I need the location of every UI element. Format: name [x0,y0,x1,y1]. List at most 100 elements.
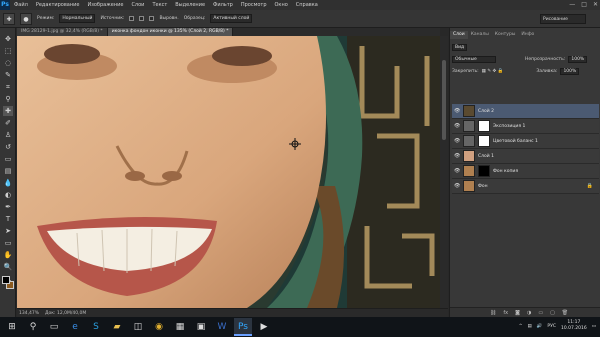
blur-tool-icon[interactable]: 💧 [3,178,13,188]
search-icon[interactable]: ⚲ [24,318,42,336]
history-brush-tool-icon[interactable]: ↺ [3,142,13,152]
chrome-icon[interactable]: ◉ [150,318,168,336]
pen-tool-icon[interactable]: ✒ [3,202,13,212]
visibility-eye-icon[interactable]: 👁 [454,138,460,144]
fill-input[interactable]: 100% [560,68,580,75]
layer-mask-thumbnail[interactable] [478,135,490,147]
visibility-eye-icon[interactable]: 👁 [454,123,460,129]
aligned-checkbox[interactable] [149,16,155,21]
new-group-icon[interactable]: ▭ [538,310,543,316]
gradient-tool-icon[interactable]: ▤ [3,166,13,176]
folder-icon[interactable]: ▰ [108,318,126,336]
visibility-eye-icon[interactable]: 👁 [454,168,460,174]
volume-icon[interactable]: 🔊 [537,324,543,329]
type-tool-icon[interactable]: T [3,214,13,224]
menu-edit[interactable]: Редактирование [32,2,84,8]
menu-select[interactable]: Выделение [171,2,209,8]
layer-row[interactable]: 👁 Слой 1 [452,149,599,164]
task-view-icon[interactable]: ▭ [45,318,63,336]
photoshop-icon[interactable]: Ps [234,318,252,336]
source-pattern-radio[interactable] [139,16,145,21]
explorer-icon[interactable]: ▦ [171,318,189,336]
menu-image[interactable]: Изображение [83,2,127,8]
notifications-icon[interactable]: ▭ [592,324,596,329]
menu-window[interactable]: Окно [271,2,292,8]
layer-thumbnail[interactable] [463,180,475,192]
layer-thumbnail[interactable] [463,135,475,147]
move-tool-icon[interactable]: ✥ [3,34,13,44]
link-layers-icon[interactable]: ⛓ [490,310,496,316]
healing-tool-icon[interactable]: ✚ [3,106,13,116]
layer-mask-thumbnail[interactable] [478,120,490,132]
layer-kind-select[interactable]: Вид [452,44,468,51]
visibility-eye-icon[interactable]: 👁 [454,108,460,114]
eyedropper-tool-icon[interactable]: ⚲ [3,94,13,104]
menu-view[interactable]: Просмотр [237,2,271,8]
menu-type[interactable]: Текст [148,2,171,8]
document-canvas[interactable] [17,36,440,308]
workspace-select[interactable]: Рисование [540,14,586,24]
zoom-level[interactable]: 134,47% [19,311,39,316]
apps-icon[interactable]: ▣ [192,318,210,336]
delete-layer-icon[interactable]: 🗑 [562,310,568,316]
layer-thumbnail[interactable] [463,120,475,132]
menu-help[interactable]: Справка [292,2,322,8]
layer-thumbnail[interactable] [463,105,475,117]
crop-tool-icon[interactable]: ⌗ [3,82,13,92]
brush-tool-icon[interactable]: ✐ [3,118,13,128]
marquee-tool-icon[interactable]: ⬚ [3,46,13,56]
tab-layers[interactable]: Слои [450,31,468,39]
tab-info[interactable]: Инфо [518,31,537,39]
layer-row[interactable]: 👁 Фон копия [452,164,599,179]
menu-filter[interactable]: Фильтр [209,2,237,8]
foreground-color-swatch[interactable] [2,276,10,284]
hand-tool-icon[interactable]: ✋ [3,250,13,260]
minimize-button[interactable]: — [569,1,575,8]
shape-tool-icon[interactable]: ▭ [3,238,13,248]
clone-stamp-tool-icon[interactable]: ♙ [3,130,13,140]
tab-document-1[interactable]: IMG 28129-1.jpg @ 32,4% (RGB/8) * [17,28,108,36]
maximize-button[interactable]: □ [581,1,587,8]
adjustment-icon[interactable]: ◑ [527,310,531,316]
lock-icons[interactable]: ▦ ✎ ✥ 🔒 [482,69,504,74]
menu-file[interactable]: Файл [10,2,32,8]
menu-layers[interactable]: Слои [127,2,148,8]
store-icon[interactable]: ◫ [129,318,147,336]
layer-row[interactable]: 👁 Фон 🔒 [452,179,599,194]
dodge-tool-icon[interactable]: ◐ [3,190,13,200]
windows-logo-icon[interactable]: ⊞ [3,318,21,336]
fx-icon[interactable]: fx [503,310,508,316]
visibility-eye-icon[interactable]: 👁 [454,153,460,159]
layer-thumbnail[interactable] [463,150,475,162]
close-button[interactable]: ✕ [593,1,598,8]
media-icon[interactable]: ▶ [255,318,273,336]
word-icon[interactable]: W [213,318,231,336]
layer-row[interactable]: 👁 Цветовой баланс 1 [452,134,599,149]
zoom-tool-icon[interactable]: 🔍 [3,262,13,272]
new-layer-icon[interactable]: ▢ [550,310,555,316]
eraser-tool-icon[interactable]: ▭ [3,154,13,164]
blend-mode-select[interactable]: Обычные [452,56,496,63]
quick-select-tool-icon[interactable]: ✎ [3,70,13,80]
layer-row[interactable]: 👁 Слой 2 [452,104,599,119]
lasso-tool-icon[interactable]: ◌ [3,58,13,68]
source-sampled-radio[interactable] [129,16,135,21]
layer-mask-thumbnail[interactable] [478,165,490,177]
add-mask-icon[interactable]: ◙ [515,310,520,316]
layer-thumbnail[interactable] [463,165,475,177]
edge-icon[interactable]: e [66,318,84,336]
opacity-input[interactable]: 100% [568,56,588,63]
healing-brush-tool-icon[interactable]: ✚ [3,12,15,25]
skype-icon[interactable]: S [87,318,105,336]
mode-select[interactable]: Нормальный [59,14,96,23]
path-select-tool-icon[interactable]: ➤ [3,226,13,236]
sample-select[interactable]: Активный слой [210,14,253,23]
tab-channels[interactable]: Каналы [468,31,492,39]
tab-document-2[interactable]: иконка фондон иконки @ 135% (Слой 2, RGB… [107,28,234,36]
network-icon[interactable]: ▤ [527,324,531,329]
clock[interactable]: 11:17 10.07.2016 [561,320,587,332]
visibility-eye-icon[interactable]: 👁 [454,183,460,189]
language-indicator[interactable]: РУС [547,324,556,329]
canvas-scroll-thumb[interactable] [442,60,446,140]
tab-paths[interactable]: Контуры [492,31,519,39]
